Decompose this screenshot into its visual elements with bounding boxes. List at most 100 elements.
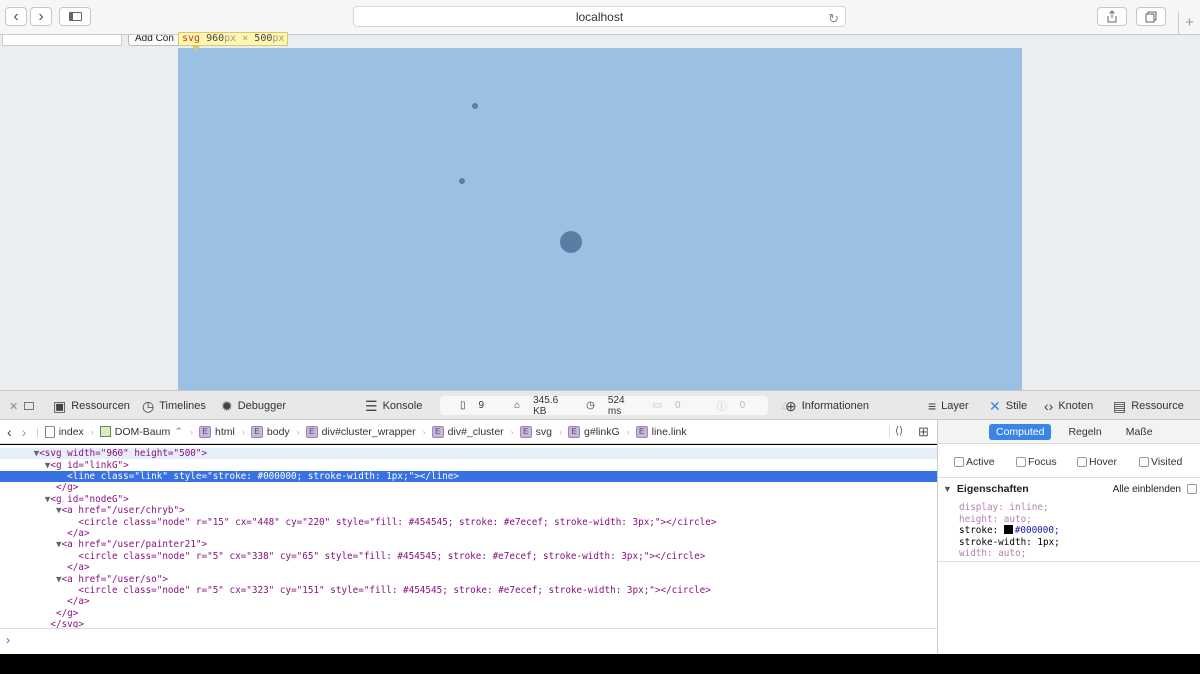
dom-node-circle-so[interactable]: <circle class="node" r="5" cx="323" cy="… [0,585,937,596]
crumb-separator: › [510,426,514,437]
crumb-html[interactable]: Ehtml [199,425,235,438]
active-checkbox[interactable]: Active [954,456,995,468]
dom-node-close-g[interactable]: </g> [0,482,937,493]
node-painter21[interactable] [472,103,478,109]
console-prompt[interactable]: › [0,628,937,654]
tabs-icon [1145,11,1157,22]
node-so[interactable] [459,178,465,184]
page-viewport: Add Con svg 960px × 500px [0,32,1200,390]
dom-node-close-a[interactable]: </a> [0,528,937,539]
tab-resource[interactable]: ▤ Ressource [1113,398,1184,414]
crumb-separator: › [190,426,194,437]
bug-icon: ✹ [221,397,233,414]
tab-layer[interactable]: ≡ Layer [928,398,969,414]
logs-count[interactable]: ▭ 0 [643,400,681,411]
crumb-back-icon[interactable]: ‹ [7,424,12,440]
dom-line: </a> [67,528,90,539]
share-button[interactable] [1097,7,1127,26]
undock-icon[interactable] [24,398,34,414]
visited-checkbox[interactable]: Visited [1139,456,1182,468]
dom-node-close-a[interactable]: </a> [0,562,937,573]
dom-node-close-svg[interactable]: </svg> [0,619,937,628]
node-chryb[interactable] [560,231,582,253]
document-icon: ▯ [460,400,466,411]
tab-console-label: Konsole [382,400,423,412]
properties-header[interactable]: ▼ Eigenschaften Alle einblenden [938,478,1200,500]
crumb-linkg-label: g#linkG [584,425,620,438]
dom-node-a-chryb[interactable]: ▼<a href="/user/chryb"> [0,505,937,516]
dom-line: <a href="/user/painter21"> [61,539,208,551]
address-bar[interactable]: localhost ↻ [353,6,846,27]
tab-debugger-label: Debugger [237,400,287,412]
crumb-index[interactable]: index [44,425,84,438]
forward-button[interactable]: › [30,7,52,26]
crumb-cluster-label: div#_cluster [447,425,504,438]
time-icon: ◷ [586,400,595,411]
dom-node-a-painter21[interactable]: ▼<a href="/user/painter21"> [0,539,937,550]
dom-node-circle-painter21[interactable]: <circle class="node" r="5" cx="338" cy="… [0,551,937,562]
crumb-forward-icon[interactable]: › [22,424,27,440]
page-input[interactable] [2,35,122,46]
styles-tabs: Computed Regeln Maße [938,420,1200,444]
tab-timelines-label: Timelines [159,400,206,412]
focus-checkbox[interactable]: Focus [1016,456,1057,468]
documents-value: 9 [478,400,485,411]
prop-display: display: inline; [959,502,1049,513]
crumb-linkg[interactable]: Eg#linkG [568,425,620,438]
crumb-dom-tree[interactable]: DOM-Baum ⌃ [99,425,183,438]
dom-node-close-g[interactable]: </g> [0,608,937,619]
tab-information[interactable]: ⊕ Informationen [785,398,869,414]
tab-resources[interactable]: ▣ Ressourcen [53,398,130,414]
reload-icon[interactable]: ↻ [828,9,839,29]
new-tab-icon[interactable]: + [1178,12,1200,35]
tab-timelines[interactable]: ◷ Timelines [142,398,206,414]
tab-computed[interactable]: Computed [989,423,1052,440]
prop-name: height [959,513,993,525]
back-button[interactable]: ‹ [5,7,27,26]
prop-height: height: auto; [959,513,1032,525]
crumb-separator: › [626,426,630,437]
dom-line: </g> [55,482,79,494]
crumb-cluster-wrapper[interactable]: Ediv#cluster_wrapper [305,425,416,438]
close-icon[interactable]: ✕ [9,398,18,414]
svg-canvas [178,48,1022,390]
tabs-button[interactable] [1136,7,1166,26]
crumb-line-link[interactable]: Eline.link [635,425,687,438]
grid-icon[interactable]: ⊞ [918,424,929,440]
tab-debugger[interactable]: ✹ Debugger [221,398,286,414]
tab-nodes[interactable]: ‹› Knoten [1044,398,1093,414]
clock-icon: ◷ [142,397,155,414]
hover-checkbox[interactable]: Hover [1077,456,1117,468]
sidebar-button[interactable] [59,7,91,26]
errors-count[interactable]: ⓘ 0 [707,398,746,413]
element-icon: E [635,425,648,438]
crumb-dom-tree-label: DOM-Baum [114,425,171,438]
tab-resources-label: Ressourcen [71,400,130,412]
sidebar-icon [68,12,82,21]
color-swatch[interactable] [1003,525,1013,534]
tab-rules[interactable]: Regeln [1061,424,1108,440]
back-icon: ‹ [13,7,19,25]
brackets-icon[interactable]: ⟨⟩ [889,425,903,437]
tab-metrics[interactable]: Maße [1119,424,1160,440]
tab-console[interactable]: ☰ Konsole [365,398,422,414]
checkbox-icon [1139,457,1149,467]
dom-line: </svg> [50,619,84,628]
tooltip-tag: svg [182,33,201,44]
dom-node-linkg[interactable]: ▼<g id="linkG"> [0,460,937,471]
dom-node-a-so[interactable]: ▼<a href="/user/so"> [0,574,937,585]
focus-label: Focus [1028,456,1057,468]
errors-value: 0 [739,400,746,411]
computed-properties: display: inline; height: auto; stroke: #… [959,502,1199,560]
dom-node-svg[interactable]: ▼<svg width="960" height="500"> [0,448,937,460]
crumb-svg[interactable]: Esvg [519,425,552,438]
crumb-body[interactable]: Ebody [250,425,290,438]
dom-node-circle-chryb[interactable]: <circle class="node" r="15" cx="448" cy=… [0,517,937,528]
show-all-checkbox[interactable] [1187,484,1197,494]
dom-node-line-selected[interactable]: <line class="link" style="stroke: #00000… [0,471,937,483]
tab-styles[interactable]: ✕ Stile [989,398,1027,414]
dom-node-close-a[interactable]: </a> [0,596,937,607]
dom-node-nodeg[interactable]: ▼<g id="nodeG"> [0,494,937,505]
forward-icon: › [38,7,44,25]
crumb-cluster[interactable]: Ediv#_cluster [431,425,504,438]
